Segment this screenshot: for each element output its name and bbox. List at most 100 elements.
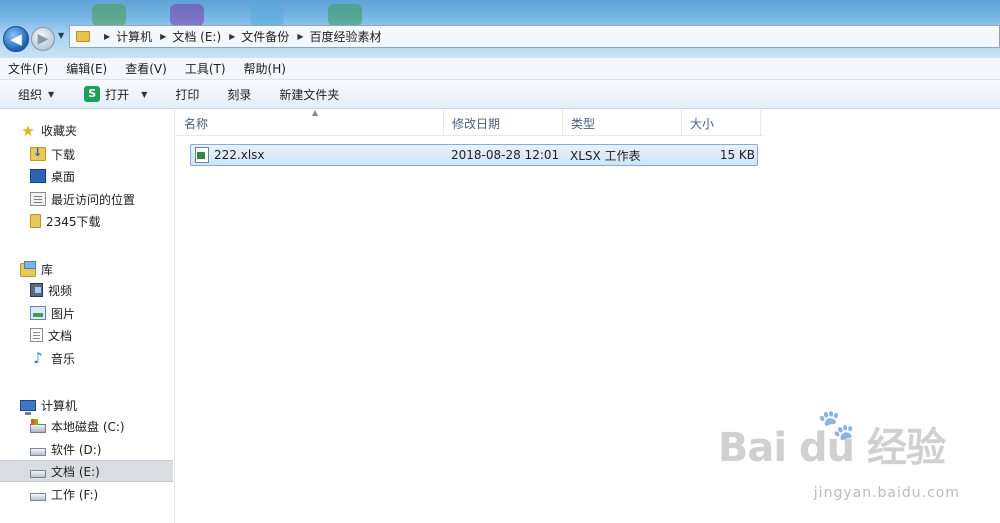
breadcrumb: ▶ 计算机 ▶ 文档 (E:) ▶ 文件备份 ▶ 百度经验素材 [96,28,381,45]
command-bar: 组织 ▼ S 打开 ▼ 打印 刻录 新建文件夹 [0,80,1000,109]
window-titlebar: ◀ ▶ ▼ ▶ 计算机 ▶ 文档 (E:) ▶ 文件备份 ▶ 百度经验素材 [0,0,1000,58]
sidebar-item-label: 软件 (D:) [51,442,102,457]
menu-file[interactable]: 文件(F) [6,60,50,77]
sidebar-item-downloads[interactable]: 下载 [0,143,173,165]
print-button[interactable]: 打印 [175,86,199,103]
menu-help[interactable]: 帮助(H) [242,60,288,77]
sidebar-item-pictures[interactable]: 图片 [0,302,173,324]
background-app-icon [92,4,126,26]
sidebar-item-label: 下载 [51,147,76,162]
organize-button[interactable]: 组织 ▼ [18,86,54,103]
desktop-icon [30,169,46,183]
sidebar-item-drive-d[interactable]: 软件 (D:) [0,438,173,460]
drive-icon [30,448,46,456]
sidebar-item-videos[interactable]: 视频 [0,279,173,301]
drive-icon [30,493,46,501]
open-button[interactable]: S 打开 ▼ [84,86,147,103]
music-note-icon: ♪ [33,349,43,367]
computer-icon [20,400,36,415]
organize-label: 组织 [18,87,43,102]
nav-group-libraries[interactable]: 库 [20,260,54,278]
breadcrumb-drive-e[interactable]: 文档 (E:) [172,28,221,45]
background-app-icon [170,4,204,26]
baidu-jingyan-watermark: Bai du 经验 [717,425,946,471]
sidebar-item-label: 文档 (E:) [51,464,100,479]
new-folder-label: 新建文件夹 [279,87,340,102]
column-header-type[interactable]: 类型 [563,110,682,136]
arrow-right-icon: ▶ [37,31,49,47]
burn-label: 刻录 [227,87,252,102]
sidebar-item-desktop[interactable]: 桌面 [0,165,173,187]
column-header-size[interactable]: 大小 [682,110,761,136]
back-button[interactable]: ◀ [3,26,29,52]
sidebar-item-label: 音乐 [51,351,76,366]
chevron-right-icon[interactable]: ▶ [297,32,303,41]
pictures-icon [30,306,46,320]
nav-group-favorites[interactable]: ★ 收藏夹 [20,122,77,139]
background-app-icon [328,4,362,26]
sidebar-item-drive-c[interactable]: 本地磁盘 (C:) [0,415,173,437]
sidebar-item-label: 文档 [48,328,73,343]
sidebar-item-drive-f[interactable]: 工作 (F:) [0,483,173,505]
column-header-name[interactable]: 名称 [176,110,444,136]
chevron-down-icon: ▼ [48,89,55,99]
system-drive-icon [30,418,46,433]
breadcrumb-backup[interactable]: 文件备份 [241,28,289,45]
file-type: XLSX 工作表 [570,148,641,163]
nav-group-computer[interactable]: 计算机 [20,397,78,415]
sidebar-item-label: 2345下载 [46,214,101,229]
file-row[interactable]: 222.xlsx 2018-08-28 12:01 XLSX 工作表 15 KB [190,144,758,166]
nav-group-label: 库 [41,263,54,277]
menu-view[interactable]: 查看(V) [123,60,169,77]
arrow-left-icon: ◀ [10,30,22,48]
sidebar-item-recent-places[interactable]: 最近访问的位置 [0,188,173,210]
menu-tools[interactable]: 工具(T) [183,60,228,77]
recent-pages-dropdown[interactable]: ▼ [58,31,64,40]
sort-ascending-icon: ▲ [312,108,319,117]
library-icon [20,260,36,277]
sidebar-item-label: 本地磁盘 (C:) [51,419,125,434]
file-size: 15 KB [719,148,755,162]
column-header-date-modified[interactable]: 修改日期 [444,110,563,136]
file-list-pane: ▲ 名称 修改日期 类型 大小 222.xlsx 2018-08-28 12:0… [176,108,1000,523]
sidebar-item-label: 视频 [48,283,73,298]
sidebar-item-label: 工作 (F:) [51,487,99,502]
print-label: 打印 [175,87,200,102]
forward-button[interactable]: ▶ [31,27,55,51]
sidebar-item-music[interactable]: ♪ 音乐 [0,347,173,369]
breadcrumb-computer[interactable]: 计算机 [116,28,152,45]
sidebar-item-label: 最近访问的位置 [51,192,136,207]
drive-icon [30,470,46,478]
chevron-right-icon[interactable]: ▶ [229,32,235,41]
sidebar-item-documents[interactable]: 文档 [0,324,173,346]
breadcrumb-current-folder[interactable]: 百度经验素材 [309,28,381,45]
open-label: 打开 [105,87,130,102]
new-folder-button[interactable]: 新建文件夹 [279,86,339,103]
menu-bar: 文件(F) 编辑(E) 查看(V) 工具(T) 帮助(H) [0,58,1000,80]
chevron-right-icon[interactable]: ▶ [160,32,166,41]
star-icon: ★ [21,121,35,140]
address-bar[interactable]: ▶ 计算机 ▶ 文档 (E:) ▶ 文件备份 ▶ 百度经验素材 [69,25,1000,48]
menu-edit[interactable]: 编辑(E) [64,60,109,77]
file-date-modified: 2018-08-28 12:01 [451,148,560,162]
column-headers: ▲ 名称 修改日期 类型 大小 [176,108,763,136]
video-icon [30,283,43,297]
chevron-right-icon[interactable]: ▶ [104,32,110,41]
navigation-pane: ★ 收藏夹 下载 桌面 最近访问的位置 2345下载 库 视频 图片 文档 ♪ … [0,110,175,523]
downloads-folder-icon [30,146,46,161]
chevron-down-icon[interactable]: ▼ [141,90,147,99]
burn-button[interactable]: 刻录 [227,86,251,103]
folder-icon [76,31,90,42]
document-icon [30,328,43,342]
background-app-icon [250,4,284,26]
sidebar-item-2345-downloads[interactable]: 2345下载 [0,210,173,232]
folder-icon [30,214,41,228]
recent-places-icon [30,192,46,206]
sidebar-item-drive-e[interactable]: 文档 (E:) [0,460,173,482]
sidebar-item-label: 图片 [51,306,76,321]
excel-file-icon [195,147,209,163]
wps-spreadsheet-icon: S [84,86,101,102]
nav-group-label: 计算机 [41,399,78,413]
file-name: 222.xlsx [214,148,265,162]
sidebar-item-label: 桌面 [51,169,76,184]
